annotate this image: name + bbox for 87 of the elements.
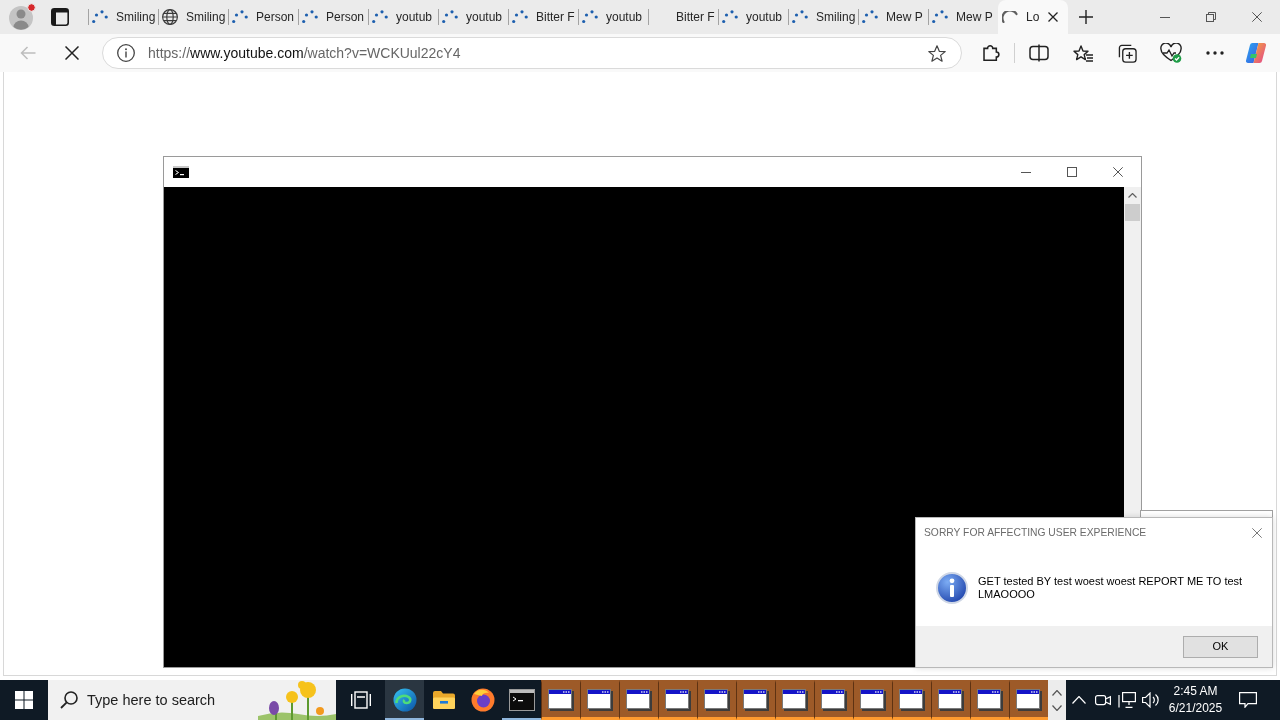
- wave-circle-icon: [392, 688, 417, 712]
- restore-icon[interactable]: [1206, 12, 1216, 22]
- notification-icon[interactable]: [1239, 692, 1257, 708]
- window-icon: [977, 689, 1003, 711]
- taskbar-button[interactable]: [814, 680, 853, 720]
- tabs-icon[interactable]: [51, 8, 69, 26]
- windows-logo-icon[interactable]: [15, 691, 33, 709]
- search-field[interactable]: Type here to search: [87, 687, 237, 713]
- loading-icon: [862, 10, 878, 24]
- minimize-icon[interactable]: [1021, 171, 1031, 173]
- taskbar-button[interactable]: [970, 680, 1009, 720]
- loading-icon: [512, 10, 528, 24]
- window-icon: [548, 689, 574, 711]
- taskbar-button[interactable]: [1009, 680, 1048, 720]
- taskbar-button[interactable]: [658, 680, 697, 720]
- close-icon[interactable]: [1113, 167, 1123, 177]
- terminal-icon: [173, 166, 189, 178]
- window-icon: [860, 689, 886, 711]
- puzzle-icon[interactable]: [982, 45, 1000, 61]
- chevron-up-icon[interactable]: [1071, 696, 1086, 704]
- ok-button[interactable]: OK: [1183, 635, 1258, 658]
- taskbar-button[interactable]: [580, 680, 619, 720]
- loading-icon: [442, 10, 458, 24]
- profile-icon[interactable]: [8, 3, 36, 31]
- scroll-up-icon[interactable]: [1052, 689, 1062, 696]
- window-icon: [626, 689, 652, 711]
- fox-globe-icon: [470, 688, 495, 712]
- window-icon: [938, 689, 964, 711]
- stop-icon[interactable]: [65, 46, 79, 60]
- window-icon: [821, 689, 847, 711]
- info-icon: [936, 572, 968, 604]
- url-text: https://www.youtube.com/watch?v=WCKUul22cY4: [148, 43, 461, 63]
- taskbar-clock[interactable]: 2:45 AM 6/21/2025: [1163, 680, 1228, 720]
- search-box[interactable]: Type here to search: [48, 680, 336, 720]
- loading-icon: [792, 10, 808, 24]
- scroll-up-icon[interactable]: [1128, 193, 1137, 198]
- maximize-icon[interactable]: [1067, 167, 1077, 177]
- taskbar-button[interactable]: [853, 680, 892, 720]
- favorites-icon[interactable]: [1073, 44, 1093, 62]
- more-icon[interactable]: [1206, 51, 1224, 55]
- close-icon[interactable]: [1252, 12, 1262, 22]
- browser-tab[interactable]: Lo: [998, 0, 1068, 34]
- split-screen-icon[interactable]: [1029, 44, 1049, 62]
- task-view-icon[interactable]: [350, 691, 371, 709]
- loading-icon: [1002, 11, 1018, 23]
- globe-icon: [162, 9, 178, 25]
- dialog-title: SORRY FOR AFFECTING USER EXPERIENCE: [924, 526, 1147, 541]
- taskbar-button[interactable]: [892, 680, 931, 720]
- taskbar-button[interactable]: [736, 680, 775, 720]
- search-icon: [60, 691, 78, 709]
- minimize-icon[interactable]: [1160, 16, 1170, 18]
- volume-icon[interactable]: [1142, 692, 1160, 708]
- info-icon[interactable]: [117, 44, 135, 62]
- close-icon[interactable]: [1048, 12, 1058, 22]
- star-icon[interactable]: [928, 44, 946, 62]
- window-icon: [899, 689, 925, 711]
- window-icon: [704, 689, 730, 711]
- taskbar-button[interactable]: [541, 680, 580, 720]
- loading-icon: [722, 10, 738, 24]
- loading-icon: [582, 10, 598, 24]
- scrollbar-thumb[interactable]: [1125, 204, 1140, 221]
- new-tab-icon[interactable]: [1079, 10, 1093, 24]
- window-icon: [743, 689, 769, 711]
- taskbar-button[interactable]: [619, 680, 658, 720]
- camera-icon[interactable]: [1095, 693, 1111, 707]
- dialog-message: GET tested BY test woest woest REPORT ME TO test LMAOOOO: [978, 575, 1244, 601]
- heart-pulse-icon[interactable]: [1160, 43, 1182, 63]
- window-icon: [1016, 689, 1042, 711]
- folder-icon: [431, 690, 456, 710]
- window-icon: [665, 689, 691, 711]
- scroll-down-icon[interactable]: [1052, 704, 1062, 711]
- network-icon[interactable]: [1118, 692, 1136, 708]
- window-icon: [587, 689, 613, 711]
- window-icon: [782, 689, 808, 711]
- taskbar-button[interactable]: [697, 680, 736, 720]
- address-field[interactable]: https://www.youtube.com/watch?v=WCKUul22cY4: [102, 37, 962, 69]
- taskbar-button[interactable]: [931, 680, 970, 720]
- loading-icon: [932, 10, 948, 24]
- terminal-icon: [508, 689, 535, 711]
- collections-icon[interactable]: [1117, 43, 1137, 63]
- taskbar-button[interactable]: [775, 680, 814, 720]
- loading-icon: [302, 10, 318, 24]
- loading-icon: [372, 10, 388, 24]
- loading-icon: [92, 10, 108, 24]
- loading-icon: [232, 10, 248, 24]
- logo-icon[interactable]: [1245, 42, 1267, 64]
- taskbar-button[interactable]: [385, 680, 424, 720]
